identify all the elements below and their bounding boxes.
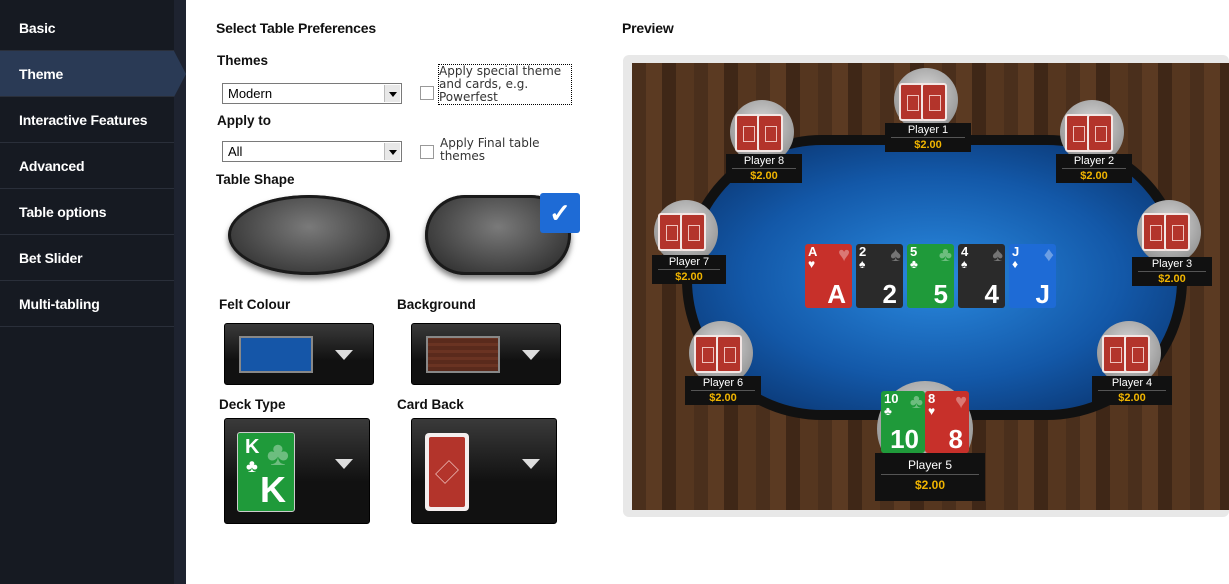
card-back — [757, 114, 783, 152]
card-back — [716, 335, 742, 373]
community-card: A ♥ ♥ A — [805, 244, 852, 308]
special-theme-checkbox[interactable] — [420, 86, 434, 100]
chevron-down-icon — [335, 459, 353, 469]
card-back — [1124, 335, 1150, 373]
table-preferences-window: Basic Theme Interactive Features Advance… — [0, 0, 1229, 584]
player-1-plate: Player 1 $2.00 — [885, 123, 971, 152]
chevron-down-icon — [522, 459, 540, 469]
card-back — [680, 213, 706, 251]
preview-title: Preview — [622, 20, 674, 36]
chevron-down-icon[interactable] — [384, 143, 400, 160]
table-shape-oval-option[interactable] — [228, 195, 390, 275]
sidebar: Basic Theme Interactive Features Advance… — [0, 0, 186, 584]
final-table-label: Apply Final table themes — [440, 136, 540, 163]
player-5-plate: Player 5 $2.00 — [875, 453, 985, 501]
sidebar-item-multi-tabling[interactable]: Multi-tabling — [0, 281, 174, 327]
deck-sample-card: K ♣ ♣ K — [237, 432, 295, 512]
sidebar-item-theme[interactable]: Theme — [0, 51, 174, 97]
background-select[interactable] — [411, 323, 561, 385]
community-card: 2 ♠ ♠ 2 — [856, 244, 903, 308]
sidebar-item-advanced[interactable]: Advanced — [0, 143, 174, 189]
apply-to-value: All — [228, 144, 243, 159]
card-back-sample — [425, 433, 469, 511]
background-label: Background — [397, 297, 476, 312]
hero-card: 10 ♣ ♣ 10 — [881, 391, 925, 453]
player-6-plate: Player 6 $2.00 — [685, 376, 761, 405]
themes-label: Themes — [217, 53, 269, 68]
deck-sample-rank-small: K — [245, 436, 260, 458]
table-shape-label: Table Shape — [216, 172, 295, 187]
player-3-plate: Player 3 $2.00 — [1132, 257, 1212, 286]
chevron-down-icon[interactable] — [384, 85, 400, 102]
apply-to-dropdown[interactable]: All — [222, 141, 402, 162]
chevron-down-icon — [522, 350, 540, 360]
checkmark-icon: ✓ — [540, 193, 580, 233]
community-card: 5 ♣ ♣ 5 — [907, 244, 954, 308]
deck-type-select[interactable]: K ♣ ♣ K — [224, 418, 370, 524]
card-back — [921, 83, 947, 121]
card-back-label: Card Back — [397, 397, 464, 412]
card-back — [1087, 114, 1113, 152]
community-card: J ♦ ♦ J — [1009, 244, 1056, 308]
deck-type-label: Deck Type — [219, 397, 286, 412]
themes-value: Modern — [228, 86, 273, 101]
themes-dropdown[interactable]: Modern — [222, 83, 402, 104]
apply-to-label: Apply to — [217, 113, 271, 128]
active-indicator — [174, 51, 186, 97]
sidebar-item-interactive-features[interactable]: Interactive Features — [0, 97, 174, 143]
page-title: Select Table Preferences — [216, 20, 376, 36]
player-7-plate: Player 7 $2.00 — [652, 255, 726, 284]
card-back — [1164, 213, 1190, 251]
sidebar-item-bet-slider[interactable]: Bet Slider — [0, 235, 174, 281]
final-table-checkbox[interactable] — [420, 145, 434, 159]
player-2-plate: Player 2 $2.00 — [1056, 154, 1132, 183]
chevron-down-icon — [335, 350, 353, 360]
club-icon: ♣ — [246, 456, 258, 476]
special-theme-label: Apply special theme and cards, e.g. Powe… — [438, 64, 572, 105]
felt-colour-select[interactable] — [224, 323, 374, 385]
community-card: 4 ♠ ♠ 4 — [958, 244, 1005, 308]
deck-sample-rank-large: K — [260, 469, 286, 510]
felt-colour-label: Felt Colour — [219, 297, 291, 312]
background-swatch — [426, 336, 500, 373]
player-4-plate: Player 4 $2.00 — [1092, 376, 1172, 405]
preview-table: Player 1 $2.00 Player 8 $2.00 Player 2 $2.0… — [632, 63, 1229, 510]
sidebar-item-basic[interactable]: Basic — [0, 5, 174, 51]
player-8-plate: Player 8 $2.00 — [726, 154, 802, 183]
hero-card: 8 ♥ ♥ 8 — [925, 391, 969, 453]
felt-colour-swatch — [239, 336, 313, 373]
card-back-select[interactable] — [411, 418, 557, 524]
sidebar-item-table-options[interactable]: Table options — [0, 189, 174, 235]
